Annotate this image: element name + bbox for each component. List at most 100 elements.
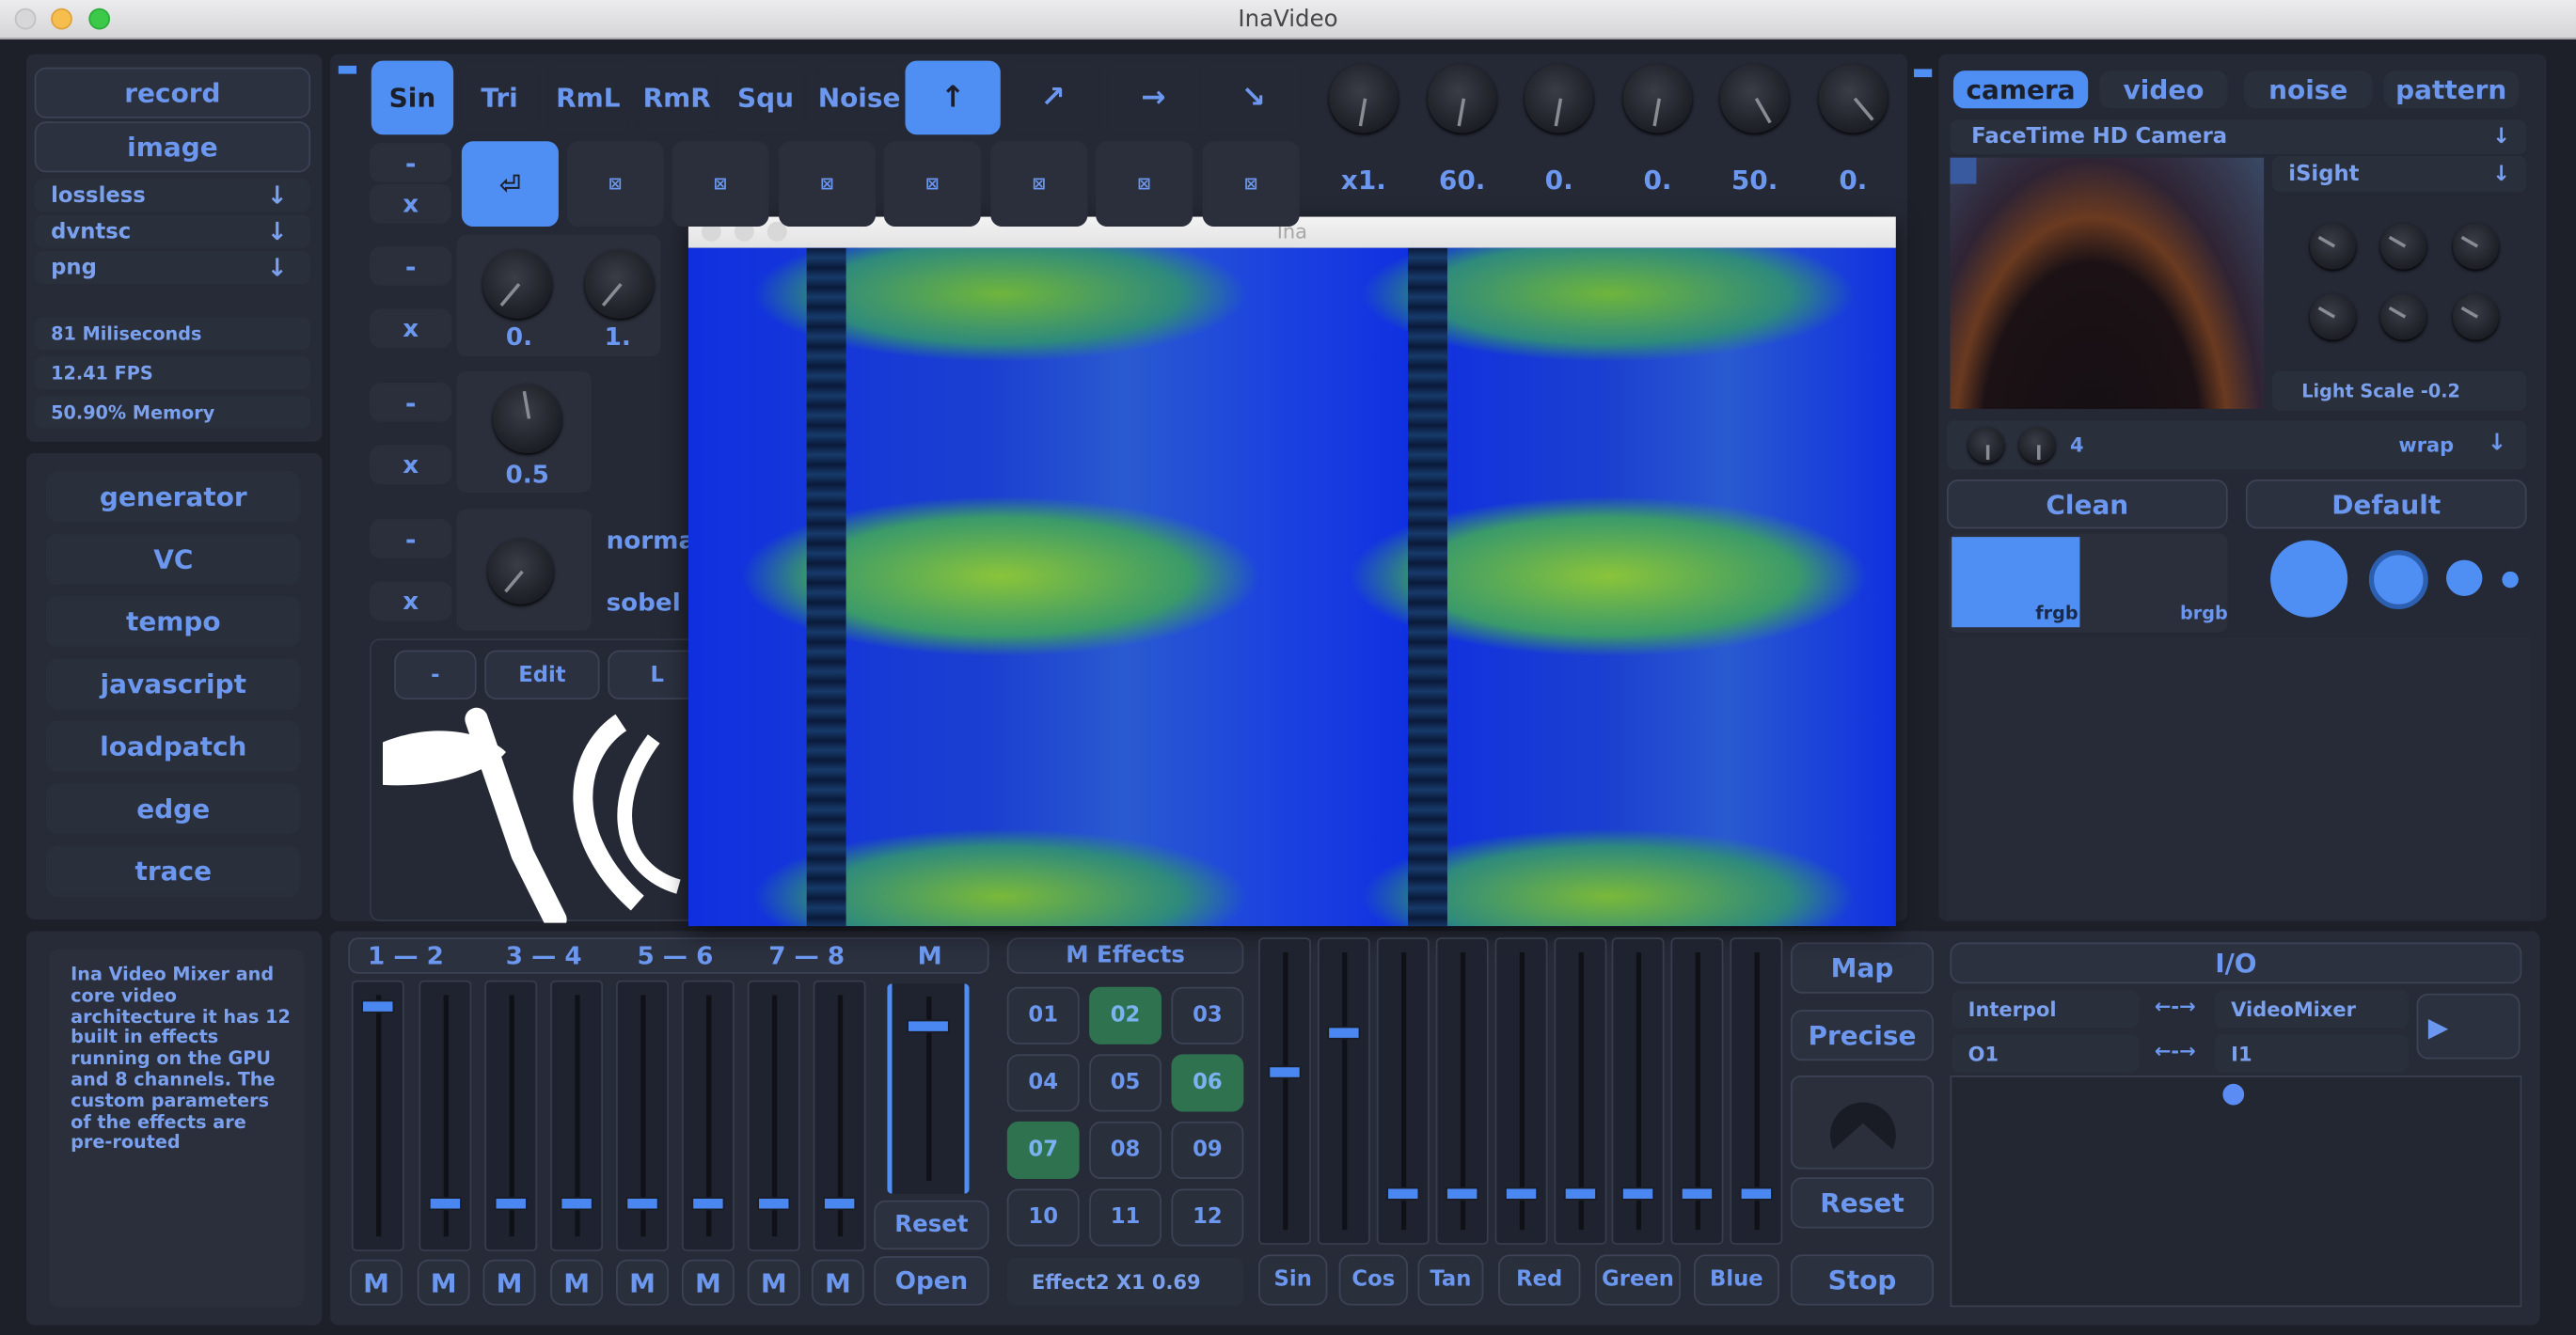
fx-fader-3[interactable] xyxy=(1435,937,1489,1245)
top-knob-3[interactable] xyxy=(1622,64,1693,134)
fx-fader-8[interactable] xyxy=(1730,937,1783,1245)
mixer-reset-button[interactable]: Reset xyxy=(874,1200,989,1250)
fader-handle[interactable] xyxy=(560,1197,593,1211)
fx-fader-7[interactable] xyxy=(1670,937,1724,1245)
param-knob-1[interactable] xyxy=(482,249,552,319)
mute-button-8[interactable]: M xyxy=(811,1259,864,1306)
stop-button[interactable]: Stop xyxy=(1791,1254,1934,1306)
fx-fader-6[interactable] xyxy=(1611,937,1665,1245)
dash-button-1[interactable]: - xyxy=(370,245,452,286)
wave-sin[interactable]: Sin xyxy=(371,60,454,135)
wave-rmr[interactable]: RmR xyxy=(636,60,719,135)
fx-fader-handle[interactable] xyxy=(1446,1186,1479,1201)
play-button[interactable]: ▶ xyxy=(2416,993,2521,1060)
fader-handle[interactable] xyxy=(691,1197,725,1211)
effect-05[interactable]: 05 xyxy=(1089,1054,1162,1112)
direction-3-icon[interactable]: ↘ xyxy=(1206,60,1302,135)
camera-knob-0[interactable] xyxy=(2310,223,2356,270)
module-6[interactable]: trace xyxy=(45,845,301,897)
image-button[interactable]: image xyxy=(34,121,311,173)
module-5[interactable]: edge xyxy=(45,783,301,835)
direction-1-icon[interactable]: ↗ xyxy=(1005,60,1101,135)
fx-fader-handle[interactable] xyxy=(1621,1186,1655,1201)
effect-09[interactable]: 09 xyxy=(1171,1121,1244,1180)
effect-11[interactable]: 11 xyxy=(1089,1188,1162,1247)
camera-knob-2[interactable] xyxy=(2452,223,2499,270)
effect-06[interactable]: 06 xyxy=(1171,1054,1244,1112)
channel-fader-5[interactable] xyxy=(616,980,669,1251)
fx-button-tan[interactable]: Tan xyxy=(1417,1254,1484,1306)
channel-fader-4[interactable] xyxy=(550,980,604,1251)
direction-0-icon[interactable]: ↑ xyxy=(905,60,1001,135)
edit-button[interactable]: Edit xyxy=(484,650,600,700)
camera-select[interactable]: FaceTime HD Camera ↓ xyxy=(1950,119,2527,155)
mute-button-3[interactable]: M xyxy=(482,1259,536,1306)
channel-fader-7[interactable] xyxy=(747,980,800,1251)
map-button[interactable]: Map xyxy=(1791,942,1934,994)
format-select-0[interactable]: lossless ↓ xyxy=(34,179,311,212)
fader-handle[interactable] xyxy=(757,1197,791,1211)
fx-fader-handle[interactable] xyxy=(1327,1026,1361,1040)
format-select-1[interactable]: dvntsc ↓ xyxy=(34,214,311,248)
fx-button-red[interactable]: Red xyxy=(1498,1254,1581,1306)
fader-handle[interactable] xyxy=(625,1197,659,1211)
dash-button-0[interactable]: - xyxy=(370,142,452,182)
minus-button[interactable]: - xyxy=(394,650,477,700)
module-3[interactable]: javascript xyxy=(45,658,301,710)
video-output-window[interactable]: Ina xyxy=(687,216,1896,927)
param-knob-2[interactable] xyxy=(584,249,655,319)
effect-08[interactable]: 08 xyxy=(1089,1121,1162,1180)
fx-fader-handle[interactable] xyxy=(1563,1186,1597,1201)
camera-knob-4[interactable] xyxy=(2380,293,2427,340)
tab-pattern[interactable]: pattern xyxy=(2383,71,2519,109)
channel-fader-2[interactable] xyxy=(419,980,472,1251)
mode-square-icon[interactable]: ⊠ xyxy=(672,141,769,228)
fx-fader-handle[interactable] xyxy=(1739,1186,1773,1201)
fader-handle[interactable] xyxy=(428,1197,462,1211)
close-icon[interactable] xyxy=(14,8,37,30)
default-button[interactable]: Default xyxy=(2245,479,2527,529)
mode-square-icon[interactable]: ⊠ xyxy=(778,141,877,228)
fx-fader-handle[interactable] xyxy=(1680,1186,1714,1201)
ctrl-reset-button[interactable]: Reset xyxy=(1791,1177,1934,1229)
effect-03[interactable]: 03 xyxy=(1171,986,1244,1044)
wrap-knob-1[interactable] xyxy=(1968,427,2005,463)
wave-squ[interactable]: Squ xyxy=(724,60,807,135)
channel-fader-6[interactable] xyxy=(681,980,735,1251)
fx-fader-5[interactable] xyxy=(1554,937,1607,1245)
mode-square-icon[interactable]: ⊠ xyxy=(1202,141,1300,228)
io-input-0[interactable]: VideoMixer xyxy=(2214,990,2409,1029)
camera-knob-3[interactable] xyxy=(2310,293,2356,340)
top-knob-0[interactable] xyxy=(1329,64,1399,134)
mute-button-5[interactable]: M xyxy=(616,1259,669,1306)
fx-button-sin[interactable]: Sin xyxy=(1258,1254,1328,1306)
effect-02[interactable]: 02 xyxy=(1089,986,1162,1044)
tab-video[interactable]: video xyxy=(2099,71,2228,109)
effect-04[interactable]: 04 xyxy=(1006,1054,1080,1112)
fx-fader-2[interactable] xyxy=(1376,937,1430,1245)
top-knob-4[interactable] xyxy=(1719,64,1790,134)
fx-button-green[interactable]: Green xyxy=(1595,1254,1681,1306)
tab-camera[interactable]: camera xyxy=(1952,71,2089,109)
param-knob-4[interactable] xyxy=(487,538,554,605)
module-0[interactable]: generator xyxy=(45,471,301,523)
direction-2-icon[interactable]: → xyxy=(1105,60,1201,135)
fx-button-blue[interactable]: Blue xyxy=(1693,1254,1779,1306)
brush-size-s[interactable] xyxy=(2502,571,2519,589)
minimize-icon[interactable] xyxy=(51,8,72,30)
wave-rml[interactable]: RmL xyxy=(546,60,630,135)
x-button-2[interactable]: x xyxy=(370,445,452,485)
wave-tri[interactable]: Tri xyxy=(458,60,541,135)
mute-button-1[interactable]: M xyxy=(350,1259,403,1306)
mute-button-2[interactable]: M xyxy=(417,1259,470,1306)
brush-size-m[interactable] xyxy=(2445,559,2483,597)
brush-size-xl[interactable] xyxy=(2270,540,2348,618)
top-knob-1[interactable] xyxy=(1427,64,1497,134)
effect-12[interactable]: 12 xyxy=(1171,1188,1244,1247)
camera-knob-5[interactable] xyxy=(2452,293,2499,340)
clean-button[interactable]: Clean xyxy=(1946,479,2228,529)
module-1[interactable]: VC xyxy=(45,533,301,585)
camera-knob-1[interactable] xyxy=(2380,223,2427,270)
x-button-0[interactable]: x xyxy=(370,183,452,224)
wrap-arrow-icon[interactable]: ↓ xyxy=(2488,431,2506,457)
